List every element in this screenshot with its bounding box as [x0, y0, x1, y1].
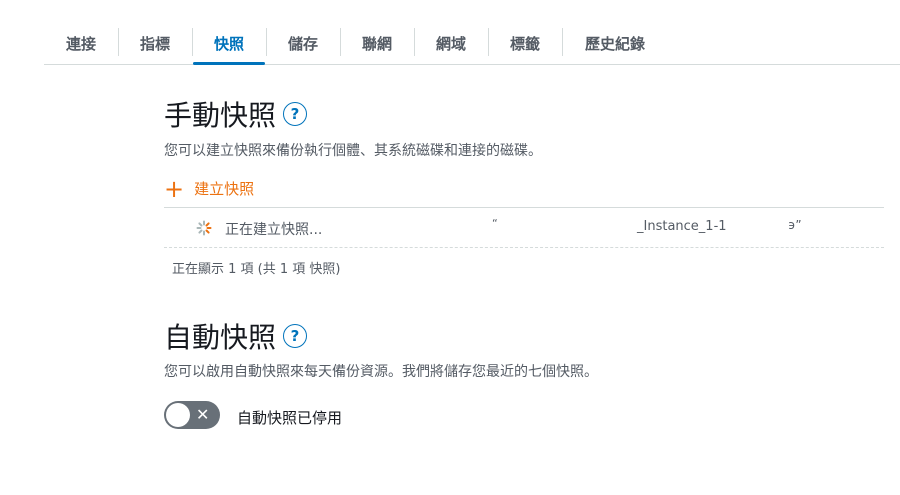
auto-snapshots-title: 自動快照 [164, 321, 277, 354]
toggle-knob [166, 403, 190, 427]
tab-bar: 連接 指標 快照 儲存 聯網 網域 標籤 歷史紀錄 [44, 22, 900, 65]
snapshot-status: 正在建立快照... [225, 222, 323, 238]
loading-spinner-icon [196, 220, 212, 236]
manual-snapshots-description: 您可以建立快照來備份執行個體、其系統磁碟和連接的磁碟。 [164, 143, 542, 159]
tab-label: 連接 [65, 34, 96, 53]
help-icon[interactable]: ? [283, 324, 308, 348]
auto-snapshot-toggle-label: 自動快照已停用 [237, 409, 343, 427]
tab-label: 指標 [139, 34, 170, 53]
tab-storage[interactable]: 儲存 [266, 22, 340, 64]
manual-snapshots-heading: 手動快照 ? [164, 94, 308, 134]
tab-label: 儲存 [287, 34, 318, 53]
tab-label: 聯網 [361, 34, 392, 53]
tab-connect[interactable]: 連接 [44, 22, 118, 64]
tab-label: 標籤 [509, 34, 540, 53]
tab-snapshots[interactable]: 快照 [193, 22, 265, 65]
snapshot-quote-close: ϶” [788, 218, 802, 232]
tab-metrics[interactable]: 指標 [118, 22, 192, 64]
tab-history[interactable]: 歷史紀錄 [562, 22, 668, 64]
snapshot-row: 正在建立快照... “ _Instance_1-1 ϶” [164, 207, 884, 248]
auto-snapshots-description: 您可以啟用自動快照來每天備份資源。我們將儲存您最近的七個快照。 [164, 364, 598, 380]
auto-snapshot-toggle[interactable]: ✕ [164, 401, 220, 429]
tab-label: 快照 [213, 34, 244, 53]
snapshot-quote-open: “ [492, 217, 498, 230]
create-snapshot-label: 建立快照 [194, 180, 255, 198]
tab-networking[interactable]: 聯網 [340, 22, 414, 64]
close-icon: ✕ [196, 405, 210, 424]
tab-label: 網域 [435, 34, 466, 53]
tab-label: 歷史紀錄 [584, 34, 645, 53]
create-snapshot-button[interactable]: + 建立快照 [164, 174, 255, 203]
snapshot-count: 正在顯示 1 項 (共 1 項 快照) [172, 262, 341, 277]
snapshot-instance-name: _Instance_1-1 [637, 219, 727, 234]
plus-icon: + [164, 174, 185, 203]
auto-snapshots-heading: 自動快照 ? [164, 316, 308, 356]
tab-domains[interactable]: 網域 [414, 22, 488, 64]
help-icon[interactable]: ? [283, 102, 308, 126]
manual-snapshots-title: 手動快照 [164, 99, 277, 132]
tab-tags[interactable]: 標籤 [488, 22, 562, 64]
